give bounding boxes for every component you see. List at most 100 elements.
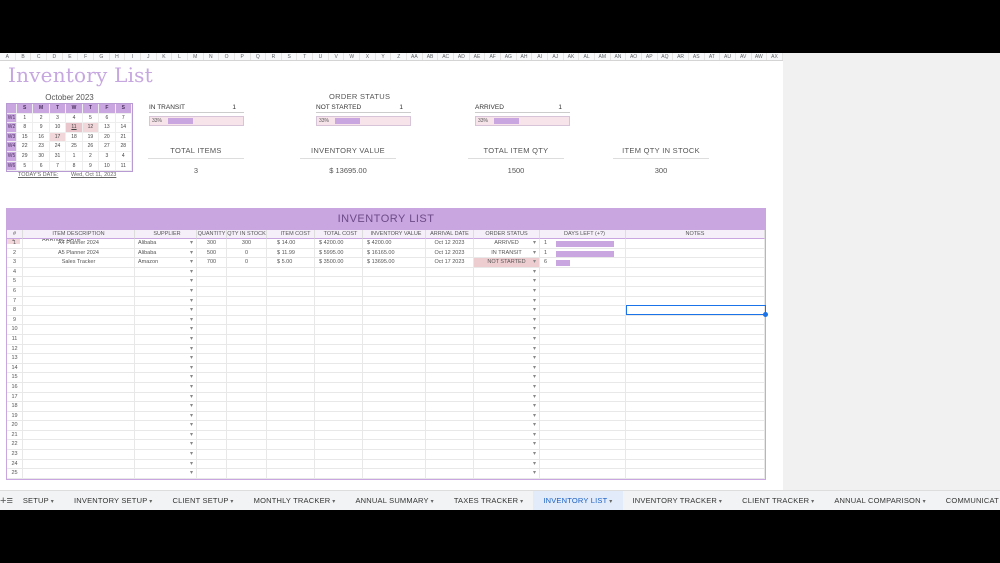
table-cell[interactable] [267, 450, 315, 460]
table-cell[interactable] [227, 392, 267, 403]
table-cell[interactable] [227, 373, 267, 383]
table-cell[interactable] [474, 373, 540, 383]
table-cell[interactable] [474, 469, 540, 479]
table-cell[interactable] [315, 344, 363, 355]
calendar-day[interactable]: 21 [115, 132, 132, 143]
table-cell[interactable] [135, 402, 197, 412]
table-cell[interactable] [363, 315, 426, 326]
calendar-day[interactable]: 5 [17, 161, 34, 172]
table-cell[interactable] [626, 392, 765, 403]
table-cell[interactable] [197, 440, 227, 451]
table-cell[interactable] [267, 469, 315, 479]
table-cell[interactable] [267, 430, 315, 441]
calendar-day[interactable]: 19 [82, 132, 100, 143]
calendar-day[interactable]: 15 [17, 132, 34, 143]
table-cell[interactable] [315, 392, 363, 403]
table-cell[interactable] [426, 306, 474, 316]
calendar-day[interactable]: 11 [66, 123, 83, 133]
table-cell[interactable] [197, 277, 227, 287]
calendar-day[interactable]: 3 [49, 113, 67, 124]
table-cell[interactable] [626, 469, 765, 479]
column-header[interactable]: C [31, 53, 47, 60]
table-cell[interactable] [23, 421, 135, 431]
table-cell[interactable] [227, 382, 267, 393]
table-cell[interactable] [363, 411, 426, 422]
calendar-day[interactable]: 22 [17, 142, 34, 152]
table-cell[interactable] [267, 382, 315, 393]
table-cell[interactable] [363, 421, 426, 431]
table-cell[interactable] [23, 392, 135, 403]
table-cell[interactable] [135, 267, 197, 278]
table-cell[interactable] [426, 402, 474, 412]
column-header[interactable]: H [110, 53, 126, 60]
table-cell[interactable] [426, 267, 474, 278]
table-cell[interactable] [540, 277, 626, 287]
table-cell[interactable] [23, 373, 135, 383]
table-cell[interactable] [315, 421, 363, 431]
table-cell[interactable] [227, 402, 267, 412]
table-cell[interactable] [23, 334, 135, 345]
table-cell[interactable] [197, 382, 227, 393]
calendar-day[interactable]: 13 [99, 123, 116, 133]
column-header[interactable]: AT [705, 53, 721, 60]
table-cell[interactable] [315, 373, 363, 383]
table-cell[interactable] [426, 440, 474, 451]
table-cell[interactable] [315, 469, 363, 479]
table-cell[interactable] [227, 459, 267, 470]
column-header[interactable]: F [78, 53, 94, 60]
table-cell[interactable]: Alibaba [135, 248, 197, 259]
column-header[interactable]: U [313, 53, 329, 60]
calendar-day[interactable]: 9 [82, 161, 100, 172]
table-cell[interactable] [315, 354, 363, 364]
calendar-day[interactable]: 1 [66, 151, 83, 162]
calendar-day[interactable]: 11 [115, 161, 132, 172]
calendar-day[interactable]: 5 [82, 113, 100, 124]
table-cell[interactable] [23, 354, 135, 364]
table-cell[interactable] [426, 354, 474, 364]
table-cell[interactable] [135, 373, 197, 383]
table-cell[interactable] [23, 315, 135, 326]
column-header[interactable]: AG [501, 53, 517, 60]
column-header[interactable]: AJ [548, 53, 564, 60]
table-cell[interactable] [23, 469, 135, 479]
table-cell[interactable] [267, 315, 315, 326]
column-header[interactable]: AV [736, 53, 752, 60]
table-cell[interactable] [426, 459, 474, 470]
column-header[interactable]: AN [611, 53, 627, 60]
table-cell[interactable] [426, 392, 474, 403]
table-cell[interactable] [474, 344, 540, 355]
table-cell[interactable] [267, 296, 315, 307]
table-cell[interactable] [197, 267, 227, 278]
calendar-day[interactable]: 10 [49, 123, 67, 133]
table-cell[interactable] [197, 325, 227, 335]
notes-cell[interactable] [626, 248, 765, 259]
table-cell[interactable] [227, 286, 267, 297]
calendar-day[interactable]: 7 [115, 113, 132, 124]
table-cell[interactable] [135, 354, 197, 364]
table-cell[interactable] [23, 306, 135, 316]
table-cell[interactable] [540, 469, 626, 479]
table-cell[interactable] [426, 421, 474, 431]
calendar-day[interactable]: 31 [49, 151, 67, 162]
table-cell[interactable] [363, 469, 426, 479]
table-cell[interactable] [197, 354, 227, 364]
calendar-day[interactable]: 1 [17, 113, 34, 124]
table-cell[interactable] [626, 325, 765, 335]
column-header[interactable]: AI [532, 53, 548, 60]
calendar-day[interactable]: 3 [99, 151, 116, 162]
column-header[interactable]: AS [689, 53, 705, 60]
table-cell[interactable] [426, 373, 474, 383]
table-cell[interactable] [315, 450, 363, 460]
column-header[interactable]: O [219, 53, 235, 60]
calendar-day[interactable]: 8 [66, 161, 83, 172]
table-cell[interactable] [135, 440, 197, 451]
table-cell[interactable] [315, 277, 363, 287]
table-cell[interactable] [267, 267, 315, 278]
table-cell[interactable] [474, 363, 540, 374]
column-header[interactable]: W [344, 53, 361, 60]
table-cell[interactable] [135, 315, 197, 326]
table-cell[interactable] [540, 354, 626, 364]
sheet-tab[interactable]: INVENTORY SETUP [64, 491, 163, 511]
table-cell[interactable] [540, 392, 626, 403]
table-cell[interactable] [363, 430, 426, 441]
